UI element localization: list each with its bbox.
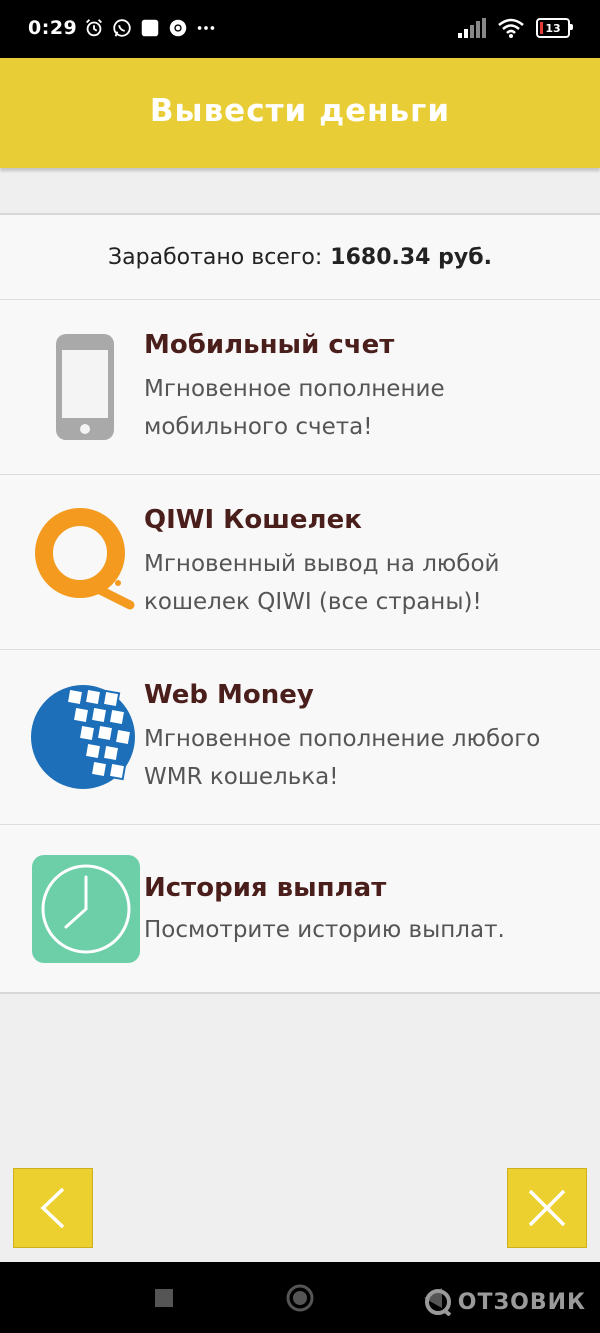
chevron-left-icon	[40, 1187, 65, 1229]
status-time: 0:29	[28, 17, 78, 39]
earned-amount: 1680.34 руб.	[330, 244, 492, 270]
method-title: QIWI Кошелек	[144, 505, 362, 535]
phone-icon	[56, 334, 114, 440]
payout-history[interactable]: История выплат Посмотрите историю выплат…	[0, 825, 600, 995]
method-description: Посмотрите историю выплат.	[144, 917, 505, 943]
method-mobile[interactable]: Мобильный счет Мгновенное пополнение моб…	[0, 300, 600, 475]
battery-icon: 13	[536, 18, 573, 38]
otzovik-logo-icon	[424, 1289, 452, 1316]
method-qiwi[interactable]: QIWI Кошелек Мгновенный вывод на любой к…	[0, 475, 600, 650]
qiwi-icon	[35, 508, 135, 610]
notification-square-icon	[142, 19, 159, 37]
close-icon	[528, 1189, 566, 1227]
home-icon[interactable]	[286, 1284, 314, 1312]
method-description: Мгновенное пополнение любого WMR кошельк…	[144, 726, 541, 790]
method-description: Мгновенный вывод на любой кошелек QIWI (…	[144, 551, 500, 615]
alarm-icon	[86, 19, 103, 37]
recent-apps-icon[interactable]	[155, 1289, 173, 1307]
status-right: 13	[458, 18, 573, 38]
signal-icon	[458, 18, 486, 38]
earned-total: Заработано всего: 1680.34 руб.	[0, 215, 600, 300]
page-title: Вывести деньги	[149, 93, 451, 129]
watermark-text: ОТЗОВИК	[457, 1289, 586, 1315]
method-webmoney[interactable]: Web Money Мгновенное пополнение любого W…	[0, 650, 600, 825]
webmoney-icon	[31, 685, 135, 789]
clock-icon	[32, 855, 140, 963]
system-navigation-bar: ОТЗОВИК	[0, 1262, 600, 1333]
status-bar: 0:29 13	[0, 0, 600, 58]
battery-level: 13	[545, 21, 561, 35]
withdraw-card: Заработано всего: 1680.34 руб. Мобильный…	[0, 213, 600, 994]
whatsapp-icon	[113, 19, 131, 37]
status-left: 0:29	[28, 17, 217, 39]
method-description: Мгновенное пополнение мобильного счета!	[144, 376, 445, 440]
method-title: Мобильный счет	[144, 330, 395, 360]
wifi-icon	[498, 18, 524, 38]
app-header: Вывести деньги	[0, 58, 600, 168]
method-title: История выплат	[144, 873, 387, 903]
close-button[interactable]	[507, 1168, 587, 1248]
more-dots-icon	[198, 26, 215, 30]
otzovik-watermark: ОТЗОВИК	[424, 1288, 586, 1316]
chrome-icon	[170, 19, 187, 37]
method-title: Web Money	[144, 680, 314, 710]
back-button[interactable]	[13, 1168, 93, 1248]
earned-label: Заработано всего:	[108, 244, 323, 270]
